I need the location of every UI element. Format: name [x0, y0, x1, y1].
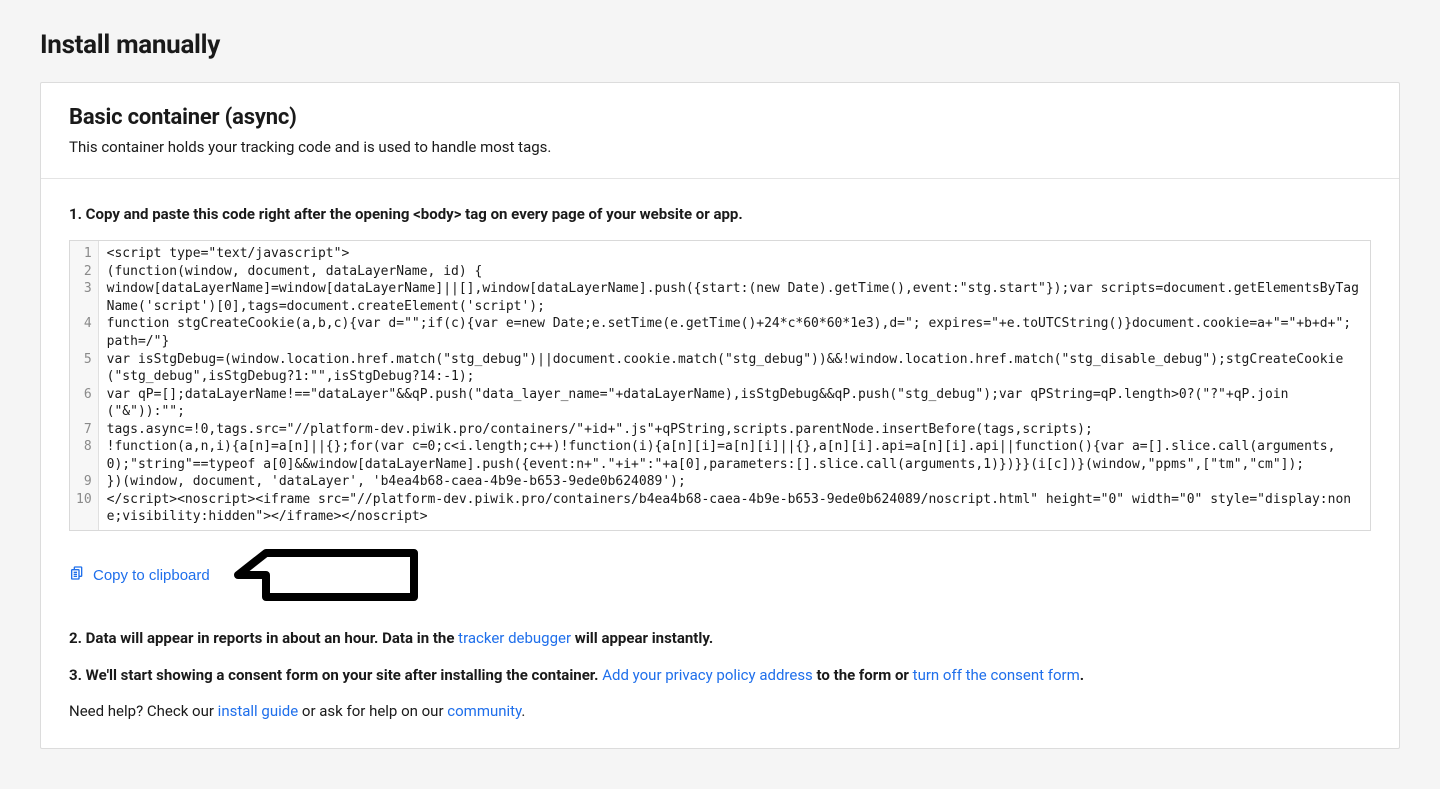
page-title: Install manually [40, 30, 1400, 60]
turn-off-consent-link[interactable]: turn off the consent form [913, 666, 1080, 684]
arrow-callout-icon [228, 545, 428, 605]
step-2: 2. Data will appear in reports in about … [69, 627, 1371, 650]
step-1-body-tag: <body> [413, 205, 461, 223]
step-2-prefix: 2. Data will appear in reports in about … [69, 629, 458, 647]
code-line: (function(window, document, dataLayerNam… [98, 263, 1370, 281]
install-guide-link[interactable]: install guide [218, 702, 299, 720]
code-line-number: 5 [70, 351, 98, 386]
privacy-policy-link[interactable]: Add your privacy policy address [602, 666, 813, 684]
step-2-suffix: will appear instantly. [571, 629, 713, 647]
copy-icon [69, 565, 85, 585]
code-line-number: 9 [70, 473, 98, 491]
code-snippet[interactable]: 1<script type="text/javascript">2(functi… [69, 240, 1371, 531]
step-1: 1. Copy and paste this code right after … [69, 203, 1371, 226]
step-1-suffix: tag on every page of your website or app… [461, 205, 742, 223]
copy-row: Copy to clipboard [69, 545, 1371, 605]
card-subtitle: This container holds your tracking code … [69, 138, 1371, 156]
step-3: 3. We'll start showing a consent form on… [69, 664, 1371, 687]
step-3-mid: to the form or [813, 666, 913, 684]
code-line-number: 7 [70, 421, 98, 439]
install-card: Basic container (async) This container h… [40, 82, 1400, 749]
help-mid: or ask for help on our [298, 702, 447, 720]
help-prefix: Need help? Check our [69, 702, 218, 720]
copy-label: Copy to clipboard [93, 567, 210, 584]
card-header: Basic container (async) This container h… [41, 83, 1399, 179]
code-line: var isStgDebug=(window.location.href.mat… [98, 351, 1370, 386]
code-line-number: 2 [70, 263, 98, 281]
code-line: var qP=[];dataLayerName!=="dataLayer"&&q… [98, 386, 1370, 421]
code-line: window[dataLayerName]=window[dataLayerNa… [98, 280, 1370, 315]
code-line-number: 6 [70, 386, 98, 421]
code-line-number: 10 [70, 491, 98, 530]
code-line-number: 4 [70, 315, 98, 350]
code-line: tags.async=!0,tags.src="//platform-dev.p… [98, 421, 1370, 439]
code-line: !function(a,n,i){a[n]=a[n]||{};for(var c… [98, 438, 1370, 473]
tracker-debugger-link[interactable]: tracker debugger [458, 629, 571, 647]
code-line-number: 1 [70, 241, 98, 263]
code-line: })(window, document, 'dataLayer', 'b4ea4… [98, 473, 1370, 491]
code-line: <script type="text/javascript"> [98, 241, 1370, 263]
help-line: Need help? Check our install guide or as… [69, 702, 1371, 720]
step-1-prefix: 1. Copy and paste this code right after … [69, 205, 413, 223]
card-title: Basic container (async) [69, 105, 1371, 130]
copy-to-clipboard-button[interactable]: Copy to clipboard [69, 563, 210, 587]
help-suffix: . [521, 702, 525, 720]
step-3-suffix: . [1080, 666, 1084, 684]
code-line-number: 8 [70, 438, 98, 473]
step-3-prefix: 3. We'll start showing a consent form on… [69, 666, 602, 684]
card-body: 1. Copy and paste this code right after … [41, 179, 1399, 748]
code-line-number: 3 [70, 280, 98, 315]
code-line: </script><noscript><iframe src="//platfo… [98, 491, 1370, 530]
code-line: function stgCreateCookie(a,b,c){var d=""… [98, 315, 1370, 350]
community-link[interactable]: community [447, 702, 521, 720]
